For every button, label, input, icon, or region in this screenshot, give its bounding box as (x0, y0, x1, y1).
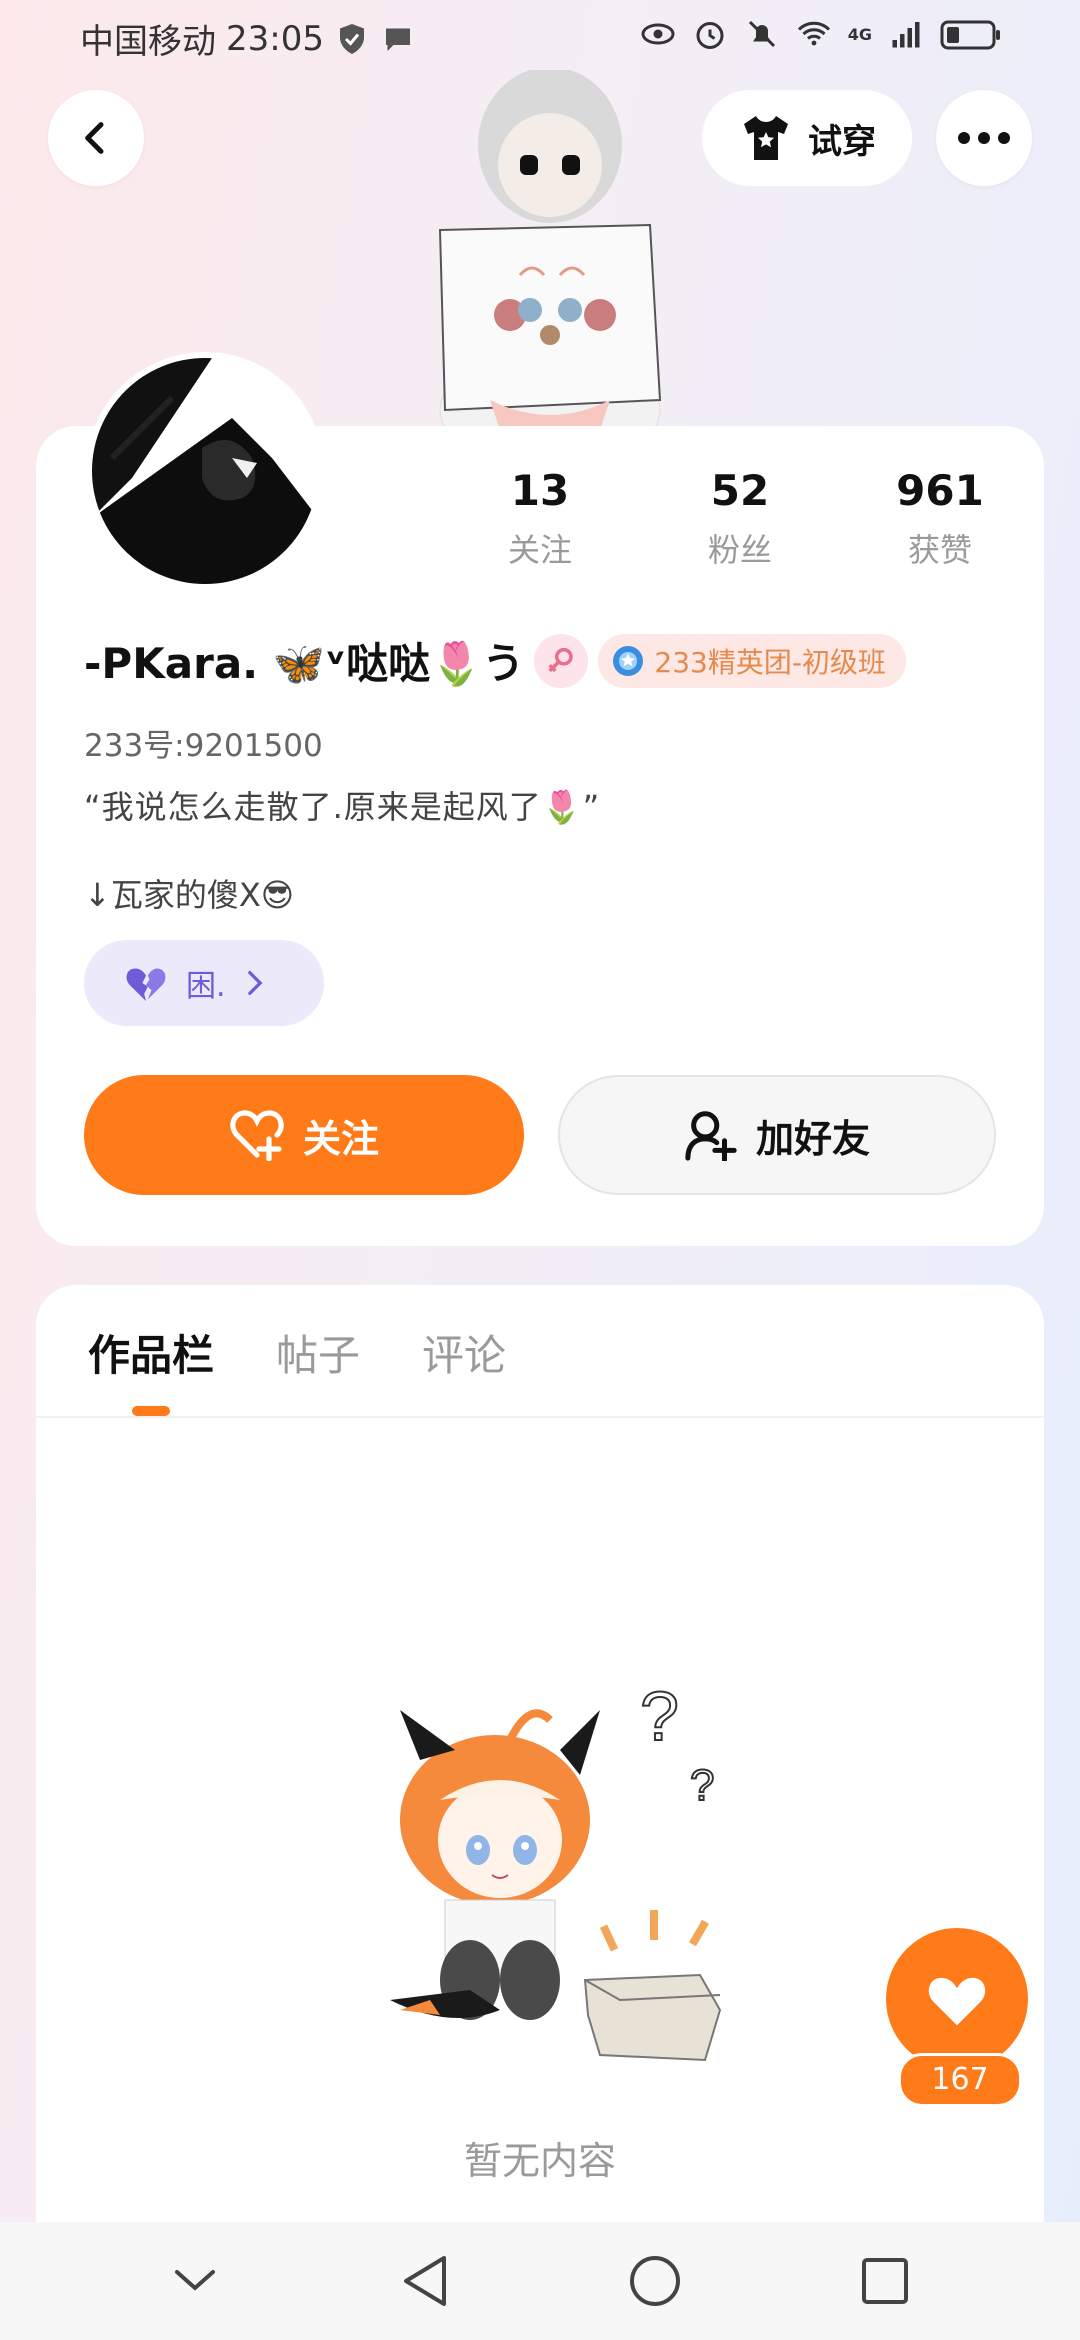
shirt-icon (744, 116, 788, 160)
broken-heart-icon (126, 968, 166, 1002)
wifi-icon (797, 21, 830, 46)
try-on-button[interactable]: 试穿 (702, 90, 912, 186)
mood-status[interactable]: 困. (84, 940, 324, 1026)
add-user-icon (685, 1111, 737, 1161)
back-icon (85, 122, 104, 154)
network-type: 4G (847, 24, 872, 44)
carrier-label: 中国移动 (80, 22, 216, 62)
more-icon (958, 132, 1010, 144)
try-on-label: 试穿 (808, 121, 876, 162)
empty-state-illustration: ? ? (390, 1680, 722, 2062)
name-row: -PKara. 🦋ᵛ哒哒🌷う 233精英团-初级班 (84, 630, 906, 691)
status-right: 4G (640, 16, 1002, 52)
square-recents-icon (862, 2258, 908, 2304)
heart-icon (928, 1977, 986, 2026)
nav-back-button[interactable] (385, 2241, 465, 2321)
add-friend-label: 加好友 (755, 1116, 870, 1161)
gender-badge (534, 633, 589, 688)
content-tabs: 作品栏 帖子 评论 (88, 1322, 506, 1383)
stats-row: 13 关注 52 粉丝 961 获赞 (440, 466, 1040, 571)
user-name: -PKara. 🦋ᵛ哒哒🌷う (84, 639, 525, 688)
signal-icon (892, 22, 920, 48)
tab-comments[interactable]: 评论 (422, 1322, 506, 1383)
mute-bell-icon (748, 20, 775, 48)
shield-icon (339, 23, 364, 54)
avatar[interactable] (86, 352, 324, 590)
alarm-icon (696, 22, 724, 49)
like-button[interactable] (886, 1928, 1028, 2070)
stat-label: 获赞 (907, 531, 972, 569)
active-tab-indicator (132, 1406, 170, 1416)
circle-home-icon (630, 2256, 680, 2306)
medal-icon (613, 645, 644, 676)
svg-text:?: ? (690, 1761, 714, 1810)
stat-label: 粉丝 (707, 531, 772, 569)
tabs-divider (36, 1416, 1044, 1418)
avatar-character[interactable] (400, 70, 700, 430)
user-id: 233号:9201500 (84, 728, 323, 764)
battery-icon (940, 20, 1000, 50)
add-friend-button[interactable]: 加好友 (558, 1075, 996, 1195)
mood-label: 困. (186, 969, 226, 1004)
chevron-down-icon (175, 2270, 215, 2291)
empty-state-text: 暂无内容 (463, 2139, 616, 2183)
nav-home-button[interactable] (615, 2241, 695, 2321)
female-icon (548, 647, 574, 672)
follow-button[interactable]: 关注 (84, 1075, 524, 1195)
system-nav-bar (0, 2222, 1080, 2340)
status-left: 中国移动 23:05 (80, 14, 416, 63)
tab-works[interactable]: 作品栏 (88, 1322, 214, 1383)
stat-likes[interactable]: 961 获赞 (840, 466, 1040, 571)
status-time: 23:05 (226, 18, 324, 59)
follow-label: 关注 (302, 1116, 379, 1161)
bio-line-2: ↓瓦家的傻X😎 (84, 876, 295, 914)
stat-followers[interactable]: 52 粉丝 (640, 466, 840, 571)
stat-value: 13 (510, 466, 570, 515)
like-count: 167 (898, 2053, 1022, 2107)
group-badge-label: 233精英团-初级班 (654, 645, 886, 679)
stat-value: 961 (896, 466, 984, 515)
stat-label: 关注 (507, 531, 572, 569)
status-bar: 中国移动 23:05 4G (0, 0, 1080, 70)
more-button[interactable] (936, 90, 1032, 186)
stat-value: 52 (710, 466, 770, 515)
avatar-image (92, 358, 318, 584)
eye-icon (641, 23, 675, 45)
group-badge[interactable]: 233精英团-初级班 (598, 633, 906, 688)
tab-posts[interactable]: 帖子 (276, 1322, 360, 1383)
stat-following[interactable]: 13 关注 (440, 466, 640, 571)
nav-recents-button[interactable] (845, 2241, 925, 2321)
bio-line-1: “我说怎么走散了.原来是起风了🌷” (84, 788, 601, 826)
chevron-right-icon (247, 970, 263, 996)
triangle-back-icon (404, 2256, 446, 2306)
back-button[interactable] (48, 90, 144, 186)
nav-collapse-button[interactable] (155, 2241, 235, 2321)
heart-plus-icon (230, 1110, 284, 1161)
message-icon (385, 28, 410, 51)
svg-text:?: ? (640, 1680, 679, 1755)
